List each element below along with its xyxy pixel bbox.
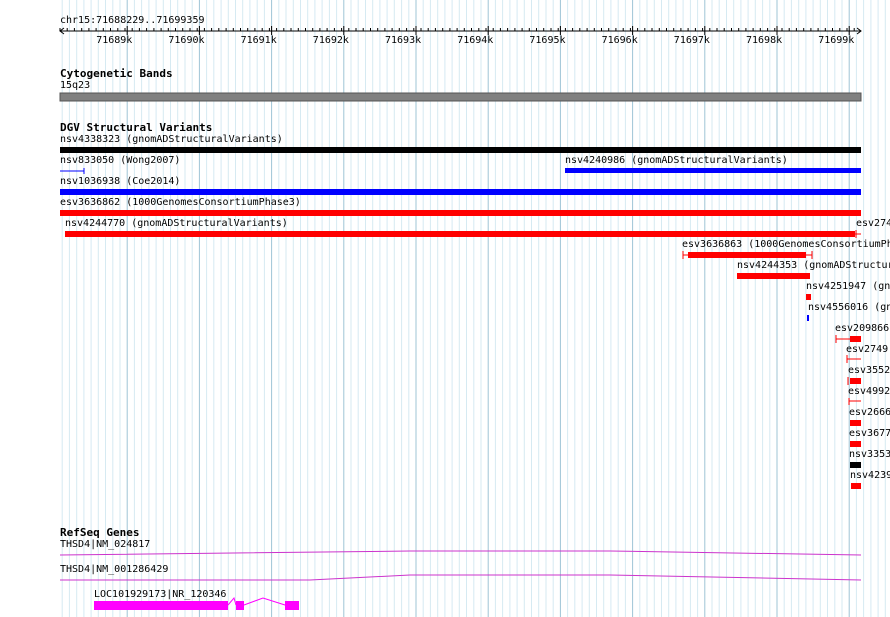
gene-model[interactable] <box>94 596 299 610</box>
gene-model[interactable] <box>60 574 862 581</box>
refseq-track <box>59 550 862 610</box>
gene-model[interactable] <box>59 550 862 556</box>
